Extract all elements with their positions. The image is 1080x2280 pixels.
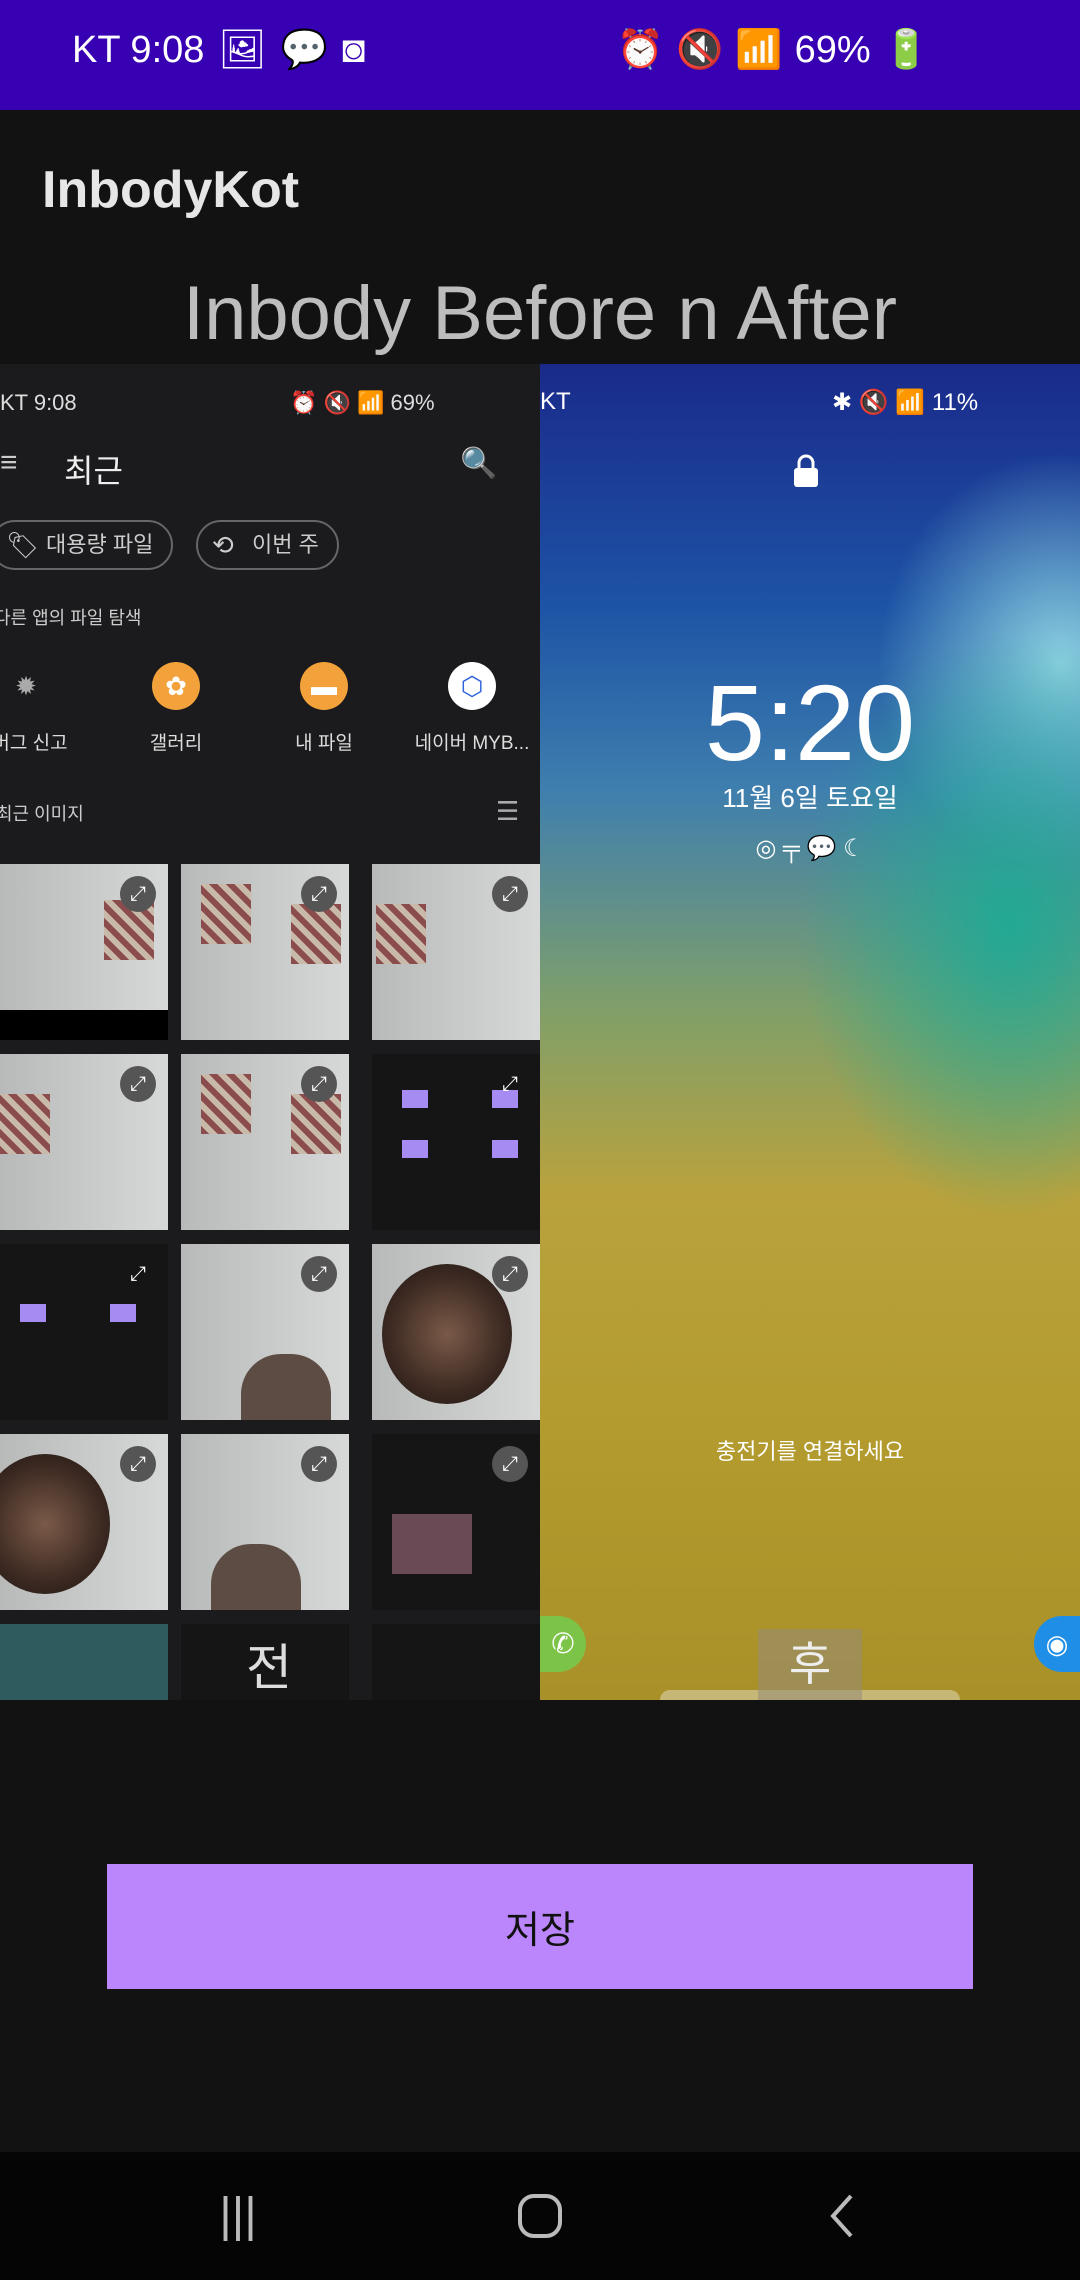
lockscreen-time: 5:20	[704, 662, 916, 783]
image-notification-icon: 🖼	[218, 29, 267, 71]
status-carrier-time: KT 9:08	[72, 28, 205, 71]
before-image[interactable]: KT 9:08 ⏰ 🔇 📶 69% ≡ 최근 🔍 🏷 대용량 파일 ⟲ 이번 주…	[0, 364, 540, 1700]
thumbnail: ⤢	[0, 864, 168, 1040]
alarm-icon: ⏰	[616, 29, 664, 71]
after-status-carrier: KT	[540, 388, 571, 415]
after-status-battery: 11%	[931, 389, 979, 416]
thumbnail	[372, 1624, 540, 1700]
thumbnail: ⤢	[181, 1434, 349, 1610]
status-left: KT 9:08 🖼 💬 ◙	[72, 28, 365, 72]
wifi-icon: 📶	[735, 29, 783, 71]
app-label: 갤러리	[149, 733, 203, 754]
talk-notification-icon: 💬	[280, 29, 328, 71]
chip-label: 대용량 파일	[46, 532, 154, 557]
thumbnail: ⤢	[0, 1054, 168, 1230]
save-button[interactable]: 저장	[107, 1864, 973, 1989]
expand-icon: ⤢	[502, 1073, 518, 1095]
app-label: 내 파일	[295, 733, 353, 754]
expand-icon: ⤢	[301, 1066, 337, 1102]
thumbnail: ⤢	[181, 1054, 349, 1230]
thumbnail	[0, 1624, 168, 1700]
before-status-icons: ⏰ 🔇 📶 69%	[290, 390, 435, 415]
app-title: InbodyKot	[42, 161, 300, 219]
naver-icon: ⬡	[448, 662, 496, 710]
back-icon[interactable]	[802, 2180, 882, 2252]
expand-icon: ⤢	[301, 1446, 337, 1482]
search-icon: 🔍	[460, 447, 498, 480]
tag-icon: 🏷	[6, 530, 40, 560]
status-right: ⏰ 🔇 📶 69% 🔋	[617, 28, 930, 72]
app-label: 버그 신고	[0, 733, 68, 754]
expand-icon: ⤢	[120, 1066, 156, 1102]
before-status-battery: 69%	[390, 390, 435, 415]
expand-icon: ⤢	[492, 1446, 528, 1482]
history-icon: ⟲	[212, 530, 234, 560]
expand-icon: ⤢	[301, 1256, 337, 1292]
bug-icon: ✹	[15, 671, 37, 701]
expand-icon: ⤢	[492, 876, 528, 912]
charge-message: 충전기를 연결하세요	[715, 1439, 905, 1464]
status-bar: KT 9:08 🖼 💬 ◙ ⏰ 🔇 📶 69% 🔋	[0, 0, 1080, 110]
expand-icon: ⤢	[130, 1263, 146, 1285]
folder-icon: ▬	[300, 662, 348, 710]
thumbnail: ⤢	[0, 1244, 168, 1420]
camera-icon: ◉	[1034, 1616, 1080, 1672]
expand-icon: ⤢	[492, 1256, 528, 1292]
expand-icon: ⤢	[120, 1446, 156, 1482]
after-label: 후	[758, 1629, 862, 1700]
thumbnail: ⤢	[181, 1244, 349, 1420]
before-status-time: KT 9:08	[0, 390, 77, 415]
notification-icons: ◎ ╤ 💬 ☾	[755, 835, 865, 862]
before-title: 최근	[64, 453, 123, 489]
thumbnail: ⤢	[372, 1054, 540, 1230]
section-browse: 다른 앱의 파일 탐색	[0, 608, 142, 628]
chip-large-files: 🏷 대용량 파일	[0, 520, 174, 570]
gallery-icon: ✿	[152, 662, 200, 710]
battery-icon: 🔋	[882, 29, 930, 71]
section-recent: 최근 이미지	[0, 804, 84, 824]
menu-icon: ≡	[0, 446, 18, 479]
thumbnail: ⤢	[372, 864, 540, 1040]
thumbnail: ⤢	[372, 1434, 540, 1610]
thumbnail: ⤢	[181, 864, 349, 1040]
thumbnail: ⤢	[0, 1434, 168, 1610]
mute-icon: 🔇	[675, 29, 724, 71]
list-view-icon: ☰	[496, 796, 520, 826]
after-image[interactable]: KT ✱ 🔇 📶 11% 5:20 11월 6일 토요일 ◎ ╤ 💬 ☾ 충전기…	[540, 364, 1080, 1700]
expand-icon: ⤢	[120, 876, 156, 912]
before-label: 전	[246, 1640, 292, 1696]
clock-notification-icon: ◙	[341, 28, 365, 71]
chip-label: 이번 주	[252, 532, 319, 557]
page-heading: Inbody Before n After	[182, 271, 898, 356]
app-label: 네이버 MYB...	[414, 733, 530, 754]
phone-icon: ✆	[540, 1616, 586, 1672]
after-status-icons: ✱ 🔇 📶 11%	[832, 389, 979, 416]
battery-percent: 69%	[794, 28, 871, 71]
lockscreen-date: 11월 6일 토요일	[722, 783, 898, 813]
recents-icon[interactable]: |||	[198, 2180, 278, 2252]
expand-icon: ⤢	[301, 876, 337, 912]
chip-this-week: ⟲ 이번 주	[196, 520, 339, 570]
home-icon[interactable]	[500, 2180, 580, 2252]
thumbnail: ⤢	[372, 1244, 540, 1420]
lock-icon	[794, 454, 818, 487]
